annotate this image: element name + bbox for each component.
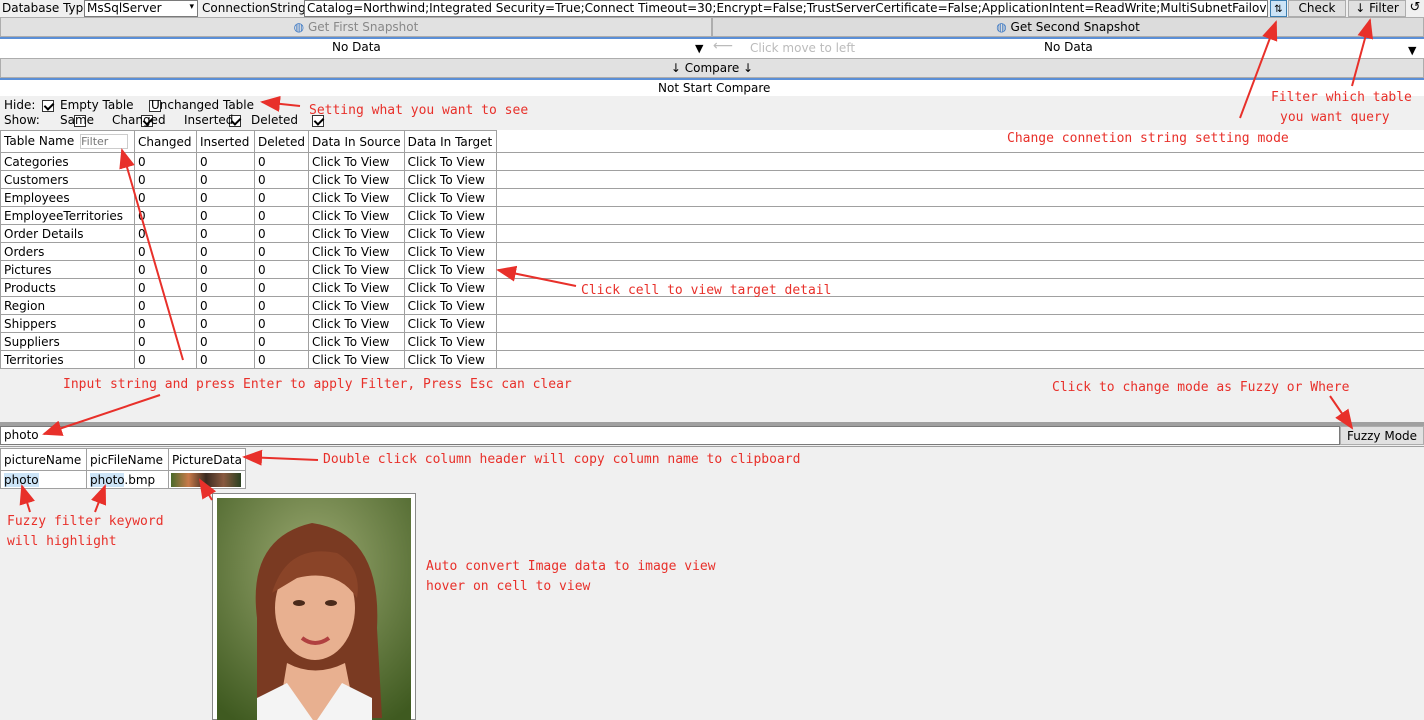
arrow-hl-2 xyxy=(91,484,107,513)
arrow-setting xyxy=(260,95,301,112)
arrow-hl-1 xyxy=(19,484,35,513)
arrow-input-filter xyxy=(42,394,161,436)
arrow-double-click xyxy=(242,449,319,466)
arrow-click-cell xyxy=(496,265,577,287)
annotation-arrows xyxy=(19,18,1373,513)
arrow-image xyxy=(198,478,217,501)
arrow-fuzzy-mode xyxy=(1329,395,1354,430)
arrow-filter xyxy=(1351,18,1373,87)
arrow-table-filter xyxy=(119,148,184,361)
arrow-conn-mode xyxy=(1239,20,1278,119)
